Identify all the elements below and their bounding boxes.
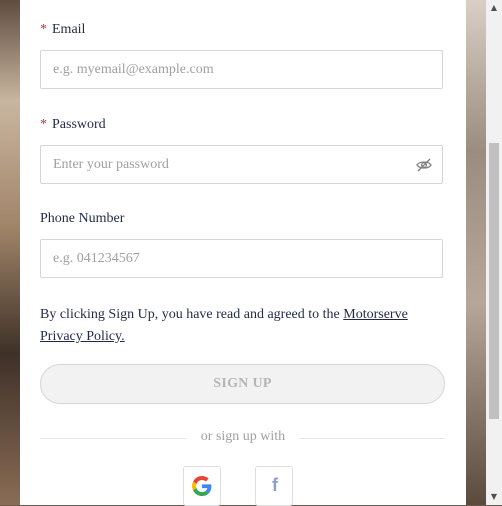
scroll-down-arrow-icon[interactable]: ▼: [486, 489, 502, 505]
email-label: * Email: [40, 22, 85, 38]
scroll-up-arrow-icon[interactable]: ▲: [486, 0, 502, 16]
eye-slash-icon[interactable]: [416, 157, 432, 173]
phone-placeholder: e.g. 041234567: [53, 251, 140, 266]
facebook-signup-button[interactable]: f: [255, 466, 293, 506]
google-signup-button[interactable]: [183, 466, 221, 506]
terms-sentence: By clicking Sign Up, you have read and a…: [40, 307, 344, 322]
required-marker: *: [40, 117, 47, 132]
password-field[interactable]: Enter your password: [40, 145, 443, 184]
password-placeholder: Enter your password: [53, 157, 169, 172]
signup-button[interactable]: SIGN UP: [40, 364, 445, 404]
divider-line-right: [299, 438, 445, 439]
required-marker: *: [40, 22, 47, 37]
page-scrollbar[interactable]: ▲ ▼: [486, 0, 502, 505]
phone-field[interactable]: e.g. 041234567: [40, 239, 443, 278]
scrollbar-thumb[interactable]: [489, 143, 499, 419]
email-placeholder: e.g. myemail@example.com: [53, 62, 214, 77]
password-label-text: Password: [52, 117, 106, 132]
background-photo-left: [0, 0, 20, 505]
google-icon: [192, 476, 212, 496]
or-sign-up-with-text: or sign up with: [200, 429, 286, 444]
terms-text: By clicking Sign Up, you have read and a…: [40, 304, 446, 348]
email-field[interactable]: e.g. myemail@example.com: [40, 50, 443, 89]
phone-label: Phone Number: [40, 211, 125, 226]
facebook-icon: f: [272, 475, 278, 495]
background-photo-right: [466, 0, 486, 505]
password-label: * Password: [40, 117, 106, 133]
divider-line-left: [40, 438, 186, 439]
email-label-text: Email: [52, 22, 86, 37]
